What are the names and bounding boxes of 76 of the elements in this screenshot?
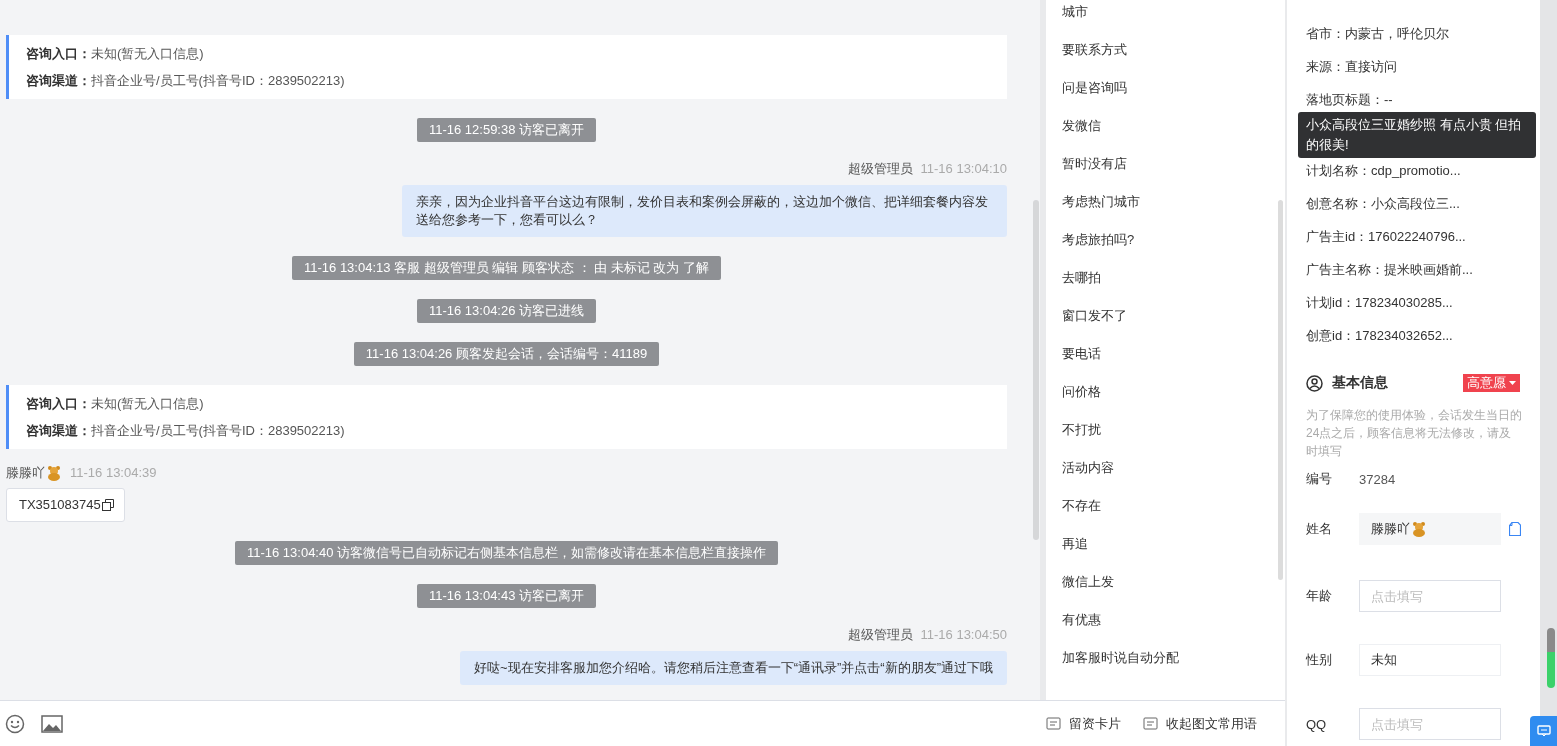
- detail-line: 创意名称：小众高段位三...: [1306, 195, 1461, 213]
- field-label: 姓名: [1306, 520, 1333, 538]
- detail-line: 广告主名称：提米映画婚前...: [1306, 261, 1474, 279]
- system-notice: 11-16 13:04:40 访客微信号已自动标记右侧基本信息栏，如需修改请在基本信息栏直接操作: [234, 541, 779, 565]
- detail-line: 计划id：178234030285...: [1306, 294, 1454, 312]
- name-field[interactable]: 滕滕吖: [1359, 513, 1501, 545]
- phrase-item[interactable]: 要联系方式: [1062, 31, 1278, 69]
- sender-name: 滕滕吖: [6, 465, 45, 481]
- system-notice: 11-16 13:04:26 顾客发起会话，会话编号：41189: [353, 342, 660, 366]
- detail-line: 创意id：178234032652...: [1306, 327, 1454, 345]
- phrase-item[interactable]: 不打扰: [1062, 411, 1278, 449]
- system-notice: 11-16 13:04:13 客服 超级管理员 编辑 顾客状态 ： 由 未标记 改为 了解: [292, 256, 721, 280]
- detail-line: 来源：直接访问: [1306, 58, 1398, 76]
- user-circle-icon: [1306, 374, 1323, 392]
- field-label: 年龄: [1306, 587, 1333, 605]
- chat-button[interactable]: [1530, 716, 1557, 746]
- entry-line: 咨询入口：未知(暂无入口信息): [26, 395, 205, 413]
- phrase-item[interactable]: 要电话: [1062, 335, 1278, 373]
- input-field[interactable]: 点击填写: [1359, 708, 1501, 740]
- phrase-item[interactable]: 有优惠: [1062, 601, 1278, 639]
- section-title: 基本信息: [1332, 374, 1388, 392]
- chat-icon: [1536, 725, 1551, 737]
- system-notice: 11-16 13:04:43 访客已离开: [416, 584, 597, 608]
- field-label: 性别: [1306, 651, 1333, 669]
- copy-icon[interactable]: [101, 499, 114, 511]
- emoji-icon[interactable]: [5, 713, 25, 734]
- sender-name: 超级管理员: [847, 161, 913, 177]
- tooltip: 小众高段位三亚婚纱照 有点小贵 但拍的很美!: [1298, 112, 1536, 158]
- detail-line: 计划名称：cdp_promotio...: [1306, 162, 1462, 180]
- scrollbar[interactable]: [1547, 628, 1555, 688]
- field-label: QQ: [1306, 716, 1328, 732]
- phrase-item[interactable]: 微信上发: [1062, 563, 1278, 601]
- detail-line: 落地页标题：--: [1306, 91, 1394, 109]
- message-card: TX351083745: [6, 488, 125, 522]
- input-field[interactable]: 点击填写: [1359, 580, 1501, 612]
- detail-line: 省市：内蒙古，呼伦贝尔: [1306, 25, 1450, 43]
- message-bubble: 亲亲，因为企业抖音平台这边有限制，发价目表和案例会屏蔽的，这边加个微信、把详细套餐内容发送给您参考一下，您看可以么？: [402, 185, 1007, 237]
- field-label: 编号: [1306, 470, 1333, 488]
- entry-line: 咨询入口：未知(暂无入口信息): [26, 45, 205, 63]
- phrase-item[interactable]: 发微信: [1062, 107, 1278, 145]
- phrase-item[interactable]: 去哪拍: [1062, 259, 1278, 297]
- detail-line: 广告主id：176022240796...: [1306, 228, 1467, 246]
- phrase-item[interactable]: 考虑热门城市: [1062, 183, 1278, 221]
- image-icon[interactable]: [41, 714, 63, 733]
- select-field[interactable]: 未知: [1359, 644, 1501, 676]
- message-time: 11-16 13:04:10: [920, 161, 1007, 177]
- toolbar-action[interactable]: 留资卡片: [1046, 714, 1121, 733]
- entry-line: 咨询渠道：抖音企业号/员工号(抖音号ID：2839502213): [26, 72, 346, 90]
- system-notice: 11-16 13:04:26 访客已进线: [416, 299, 597, 323]
- sender-name: 超级管理员: [847, 627, 913, 643]
- field-value: 37284: [1359, 471, 1396, 487]
- entry-line: 咨询渠道：抖音企业号/员工号(抖音号ID：2839502213): [26, 422, 346, 440]
- phrase-item[interactable]: 暂时没有店: [1062, 145, 1278, 183]
- caret-icon: [1509, 381, 1516, 385]
- scrollbar[interactable]: [1033, 200, 1039, 540]
- phrase-item[interactable]: 考虑旅拍吗?: [1062, 221, 1278, 259]
- notice-text: 为了保障您的使用体验，会话发生当日的24点之后，顾客信息将无法修改，请及时填写: [1306, 407, 1522, 460]
- phrase-item[interactable]: 活动内容: [1062, 449, 1278, 487]
- bear-icon: [46, 465, 62, 481]
- phrase-item[interactable]: 加客服时说自动分配: [1062, 639, 1278, 677]
- phrase-item[interactable]: 再追: [1062, 525, 1278, 563]
- phrase-item[interactable]: 不存在: [1062, 487, 1278, 525]
- phrase-item[interactable]: 城市: [1062, 0, 1278, 31]
- scrollbar[interactable]: [1278, 200, 1283, 580]
- card-icon: [1046, 717, 1061, 730]
- card-icon: [1143, 717, 1158, 730]
- message-time: 11-16 13:04:39: [70, 465, 157, 481]
- bear-icon: [1411, 521, 1427, 537]
- intent-dropdown[interactable]: 高意愿: [1463, 374, 1520, 392]
- phrase-item[interactable]: 窗口发不了: [1062, 297, 1278, 335]
- phrase-item[interactable]: 问价格: [1062, 373, 1278, 411]
- system-notice: 11-16 12:59:38 访客已离开: [416, 118, 597, 142]
- message-bubble: 好哒~现在安排客服加您介绍哈。请您稍后注意查看一下“通讯录”并点击“新的朋友”通过下哦: [460, 651, 1007, 685]
- message-time: 11-16 13:04:50: [920, 627, 1007, 643]
- phrase-item[interactable]: 问是咨询吗: [1062, 69, 1278, 107]
- toolbar-action[interactable]: 收起图文常用语: [1143, 714, 1257, 733]
